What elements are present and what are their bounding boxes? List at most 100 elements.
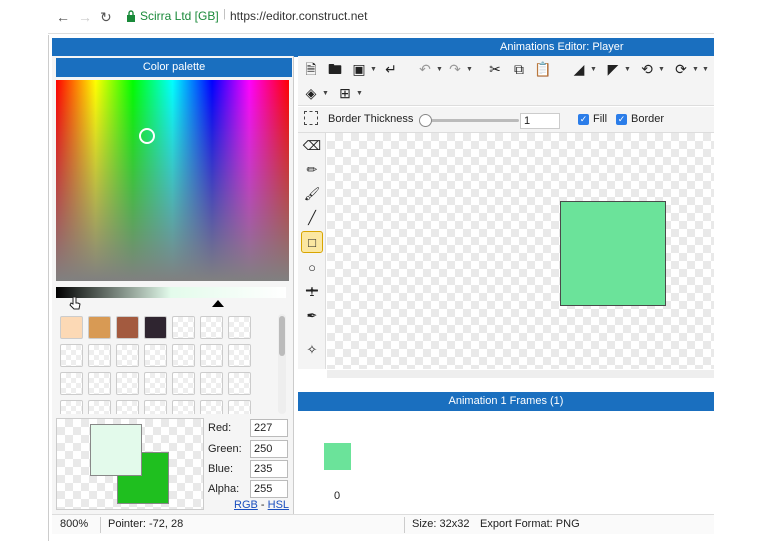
- export-format: Export Format: PNG: [480, 518, 580, 530]
- rgb-mode-link[interactable]: RGB: [234, 499, 258, 511]
- border-thickness-slider-handle[interactable]: [419, 114, 432, 127]
- swatch-empty[interactable]: [172, 372, 195, 395]
- selection-icon[interactable]: [304, 111, 318, 125]
- check-icon: ✓: [616, 113, 627, 125]
- copy-icon[interactable]: ⧉: [510, 60, 528, 78]
- swatch-empty[interactable]: [228, 316, 251, 339]
- cut-icon[interactable]: ✂: [486, 60, 504, 78]
- lightness-marker[interactable]: [212, 300, 224, 307]
- swatch-empty[interactable]: [200, 316, 223, 339]
- address-field[interactable]: https://editor.construct.net: [230, 9, 367, 23]
- reload-icon[interactable]: ↻: [100, 9, 112, 26]
- swatch-empty[interactable]: [88, 400, 111, 414]
- color-palette-title: Color palette: [56, 58, 292, 77]
- forward-icon[interactable]: →: [78, 9, 92, 25]
- layers-caret[interactable]: ▼: [322, 90, 329, 97]
- lightness-slider[interactable]: [56, 287, 286, 298]
- eyedropper-icon[interactable]: ✒: [301, 305, 323, 327]
- swatch-empty[interactable]: [144, 400, 167, 414]
- swatch-empty[interactable]: [200, 372, 223, 395]
- swatch-empty[interactable]: [228, 400, 251, 414]
- green-label: Green:: [208, 443, 242, 455]
- canvas-scrollbar[interactable]: [327, 370, 714, 378]
- swatch-empty[interactable]: [200, 400, 223, 414]
- undo-icon[interactable]: ↶: [416, 60, 434, 78]
- new-file-icon[interactable]: 🗎: [302, 60, 320, 78]
- line-icon[interactable]: ╱: [301, 207, 323, 229]
- fill-checkbox[interactable]: ✓ Fill: [578, 113, 607, 125]
- border-thickness-input[interactable]: 1: [520, 113, 560, 129]
- swatch-empty[interactable]: [88, 372, 111, 395]
- layers-icon[interactable]: ◈: [302, 84, 320, 102]
- export-icon[interactable]: ↵: [382, 60, 400, 78]
- rotate-ccw-icon[interactable]: ⟲: [638, 60, 656, 78]
- back-icon[interactable]: ←: [56, 9, 70, 25]
- swatch-empty[interactable]: [228, 344, 251, 367]
- swatch-4[interactable]: [144, 316, 167, 339]
- swatch-empty[interactable]: [144, 372, 167, 395]
- pencil-icon[interactable]: ✏: [301, 159, 323, 181]
- alpha-input[interactable]: 255: [250, 480, 288, 498]
- rectangle-icon[interactable]: □: [301, 231, 323, 253]
- red-label: Red:: [208, 422, 232, 434]
- origin-point-icon[interactable]: ✧: [301, 339, 323, 361]
- swatch-empty[interactable]: [172, 344, 195, 367]
- swatch-empty[interactable]: [228, 372, 251, 395]
- swatch-empty[interactable]: [172, 316, 195, 339]
- rotate-ccw-caret[interactable]: ▼: [658, 66, 665, 73]
- grid-caret[interactable]: ▼: [356, 90, 363, 97]
- red-input[interactable]: 227: [250, 419, 288, 437]
- image-size: Size: 32x32: [412, 518, 470, 530]
- flip-dropdown-caret[interactable]: ▼: [590, 66, 597, 73]
- hand-cursor-icon: [69, 296, 81, 310]
- border-thickness-slider-track[interactable]: [426, 119, 519, 122]
- swatch-2[interactable]: [88, 316, 111, 339]
- zoom-level: 800%: [60, 518, 89, 530]
- swatch-empty[interactable]: [88, 344, 111, 367]
- more-tools-caret[interactable]: ▼: [702, 66, 709, 73]
- save-dropdown-caret[interactable]: ▼: [370, 66, 377, 73]
- swatch-empty[interactable]: [60, 400, 83, 414]
- green-input[interactable]: 250: [250, 440, 288, 458]
- rotate-cw-caret[interactable]: ▼: [692, 66, 699, 73]
- swatch-empty[interactable]: [144, 344, 167, 367]
- swatch-empty[interactable]: [116, 372, 139, 395]
- swatch-1[interactable]: [60, 316, 83, 339]
- color-spectrum[interactable]: [56, 80, 289, 281]
- main-toolbar: 🗎 🖿 ▣ ▼ ↵ ↶ ▼ ↷ ▼ ✂ ⧉ 📋 ◢ ▼ ◤ ▼ ⟲ ▼ ⟳ ▼ …: [298, 56, 714, 106]
- swatch-empty[interactable]: [60, 372, 83, 395]
- border-checkbox[interactable]: ✓ Border: [616, 113, 664, 125]
- undo-dropdown-caret[interactable]: ▼: [436, 66, 443, 73]
- open-folder-icon[interactable]: 🖿: [326, 60, 344, 78]
- site-identity[interactable]: Scirra Ltd [GB]: [140, 9, 219, 23]
- eraser-icon[interactable]: ⌫: [301, 135, 323, 157]
- swatch-empty[interactable]: [116, 344, 139, 367]
- redo-dropdown-caret[interactable]: ▼: [466, 66, 473, 73]
- primary-color-swatch[interactable]: [90, 424, 142, 476]
- ellipse-icon[interactable]: ○: [301, 257, 323, 279]
- swatch-empty[interactable]: [116, 400, 139, 414]
- swatch-empty[interactable]: [172, 400, 195, 414]
- alpha-label: Alpha:: [208, 483, 240, 495]
- frame-thumbnail[interactable]: [324, 443, 351, 470]
- brush-icon[interactable]: 🖌: [301, 183, 323, 205]
- paste-icon[interactable]: 📋: [534, 60, 552, 78]
- scrollbar-thumb[interactable]: [279, 316, 285, 356]
- hsl-mode-link[interactable]: HSL: [268, 499, 289, 511]
- grid-icon[interactable]: ⊞: [336, 84, 354, 102]
- swatch-empty[interactable]: [200, 344, 223, 367]
- flip-vertical-icon[interactable]: ◤: [604, 60, 622, 78]
- rotate-cw-icon[interactable]: ⟳: [672, 60, 690, 78]
- spectrum-picker-handle[interactable]: [139, 128, 155, 144]
- redo-icon[interactable]: ↷: [446, 60, 464, 78]
- border-label: Border: [631, 113, 665, 125]
- save-icon[interactable]: ▣: [350, 60, 368, 78]
- swatch-scrollbar[interactable]: [278, 314, 286, 414]
- swatch-empty[interactable]: [60, 344, 83, 367]
- swatch-3[interactable]: [116, 316, 139, 339]
- fill-bucket-icon[interactable]: 🛨: [301, 281, 323, 303]
- fill-label: Fill: [593, 113, 608, 125]
- flip-vertical-caret[interactable]: ▼: [624, 66, 631, 73]
- blue-input[interactable]: 235: [250, 460, 288, 478]
- flip-horizontal-icon[interactable]: ◢: [570, 60, 588, 78]
